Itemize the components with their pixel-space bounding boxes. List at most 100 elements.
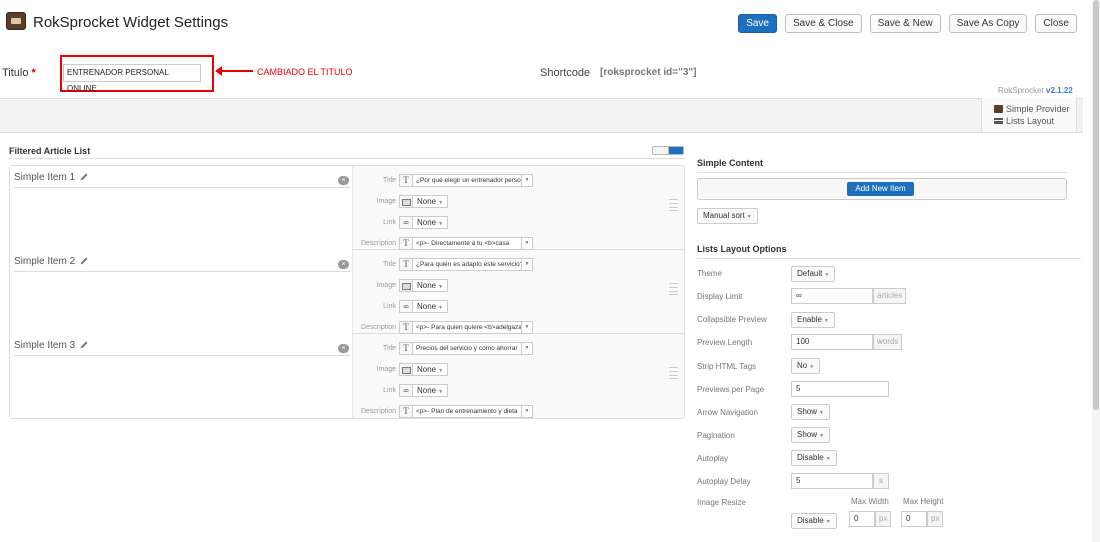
drag-handle-icon[interactable]	[669, 199, 678, 211]
image-type-icon[interactable]	[399, 195, 413, 208]
autoplay-select[interactable]: Disable ▼	[791, 450, 837, 466]
autoplay-delay-input[interactable]: 5	[791, 473, 873, 489]
chevron-down-icon: ▼	[809, 364, 815, 370]
theme-select[interactable]: Default ▼	[791, 266, 836, 282]
remove-item-icon[interactable]: ×	[338, 344, 349, 353]
chevron-down-icon: ▼	[438, 389, 444, 395]
max-width-input[interactable]: 0	[849, 511, 875, 527]
page-scrollbar-thumb[interactable]	[1093, 0, 1099, 410]
image-type-icon[interactable]	[399, 363, 413, 376]
divider	[14, 271, 350, 272]
image-type-icon[interactable]	[399, 279, 413, 292]
chevron-down-icon[interactable]: ▼	[522, 321, 533, 334]
image-select[interactable]: None ▼	[413, 279, 449, 292]
description-input[interactable]: <p>- Para quien quiere <b>adelgazar	[413, 321, 522, 334]
title-field-row: Title T ¿Por qué elegir un entrenador pers…	[357, 170, 533, 191]
title-input[interactable]: ¿Para quién es adapto este servicio?	[413, 258, 522, 271]
link-type-icon[interactable]: ∞	[399, 384, 413, 397]
title-input[interactable]: ENTRENADOR PERSONAL ONLINE	[63, 64, 201, 93]
link-select[interactable]: None ▼	[413, 300, 449, 313]
arrow-navigation-select[interactable]: Show ▼	[791, 404, 830, 420]
provider-tabs[interactable]: Simple Provider Lists Layout	[981, 98, 1077, 133]
pagination-select[interactable]: Show ▼	[791, 427, 830, 443]
chevron-down-icon: ▼	[823, 318, 829, 324]
preview-length-input[interactable]: 100	[791, 334, 873, 350]
chevron-down-icon[interactable]: ▼	[522, 174, 533, 187]
arrow-navigation-label: Arrow Navigation	[697, 408, 758, 417]
text-type-icon[interactable]: T	[399, 405, 413, 418]
tab-simple-provider[interactable]: Simple Provider	[1006, 103, 1070, 115]
preview-length-unit: words	[873, 334, 903, 350]
item-name[interactable]: Simple Item 3	[14, 340, 88, 351]
collapsible-preview-select[interactable]: Enable ▼	[791, 312, 835, 328]
field-label: Description	[360, 240, 396, 247]
divider	[14, 187, 350, 188]
link-field-row: Link ∞ None ▼	[357, 380, 533, 401]
image-resize-select[interactable]: Disable ▼	[791, 513, 837, 529]
save-and-new-button[interactable]: Save & New	[869, 14, 941, 33]
item-name[interactable]: Simple Item 2	[14, 256, 88, 267]
save-and-close-button[interactable]: Save & Close	[784, 14, 862, 33]
chevron-down-icon[interactable]: ▼	[522, 342, 533, 355]
item-fields: Title T Precios del servicio y como ahorra…	[357, 338, 533, 422]
view-expanded-icon[interactable]	[668, 147, 683, 154]
image-value: None	[417, 281, 437, 290]
close-button[interactable]: Close	[1035, 14, 1077, 33]
item-name[interactable]: Simple Item 1	[14, 172, 88, 183]
edit-pencil-icon[interactable]	[80, 341, 88, 349]
collapsible-preview-label: Collapsible Preview	[697, 315, 767, 324]
image-select[interactable]: None ▼	[413, 195, 449, 208]
edit-pencil-icon[interactable]	[80, 173, 88, 181]
chevron-down-icon[interactable]: ▼	[522, 258, 533, 271]
view-toggle[interactable]	[652, 146, 684, 155]
tab-lists-layout[interactable]: Lists Layout	[1006, 115, 1054, 127]
field-label: Link	[383, 387, 396, 394]
annotation-text: CAMBIADO EL TITULO	[257, 67, 353, 77]
title-input[interactable]: ¿Por qué elegir un entrenador personal o…	[413, 174, 522, 187]
link-type-icon[interactable]: ∞	[399, 216, 413, 229]
image-field-row: Image None ▼	[357, 275, 533, 296]
title-input[interactable]: Precios del servicio y como ahorrar	[413, 342, 522, 355]
filtered-article-list-title: Filtered Article List	[9, 146, 91, 156]
description-input[interactable]: <p>- Plan de entrenamiento y dieta	[413, 405, 522, 418]
simple-content-title: Simple Content	[697, 158, 764, 168]
chevron-down-icon[interactable]: ▼	[522, 237, 533, 250]
sort-select[interactable]: Manual sort ▼	[697, 208, 758, 224]
text-type-icon[interactable]: T	[399, 342, 413, 355]
save-button[interactable]: Save	[738, 14, 777, 33]
text-type-icon[interactable]: T	[399, 174, 413, 187]
chevron-down-icon[interactable]: ▼	[522, 405, 533, 418]
item-name-panel: Simple Item 3 ×	[10, 334, 353, 418]
strip-html-select[interactable]: No ▼	[791, 358, 821, 374]
link-type-icon[interactable]: ∞	[399, 300, 413, 313]
view-collapsed-icon[interactable]	[653, 147, 669, 154]
description-field-row: Description T <p>- Plan de entrenamiento y…	[357, 401, 533, 422]
image-select[interactable]: None ▼	[413, 363, 449, 376]
image-field-row: Image None ▼	[357, 359, 533, 380]
remove-item-icon[interactable]: ×	[338, 260, 349, 269]
title-label-text: Titulo	[2, 67, 29, 79]
link-value: None	[417, 302, 437, 311]
edit-pencil-icon[interactable]	[80, 257, 88, 265]
text-type-icon[interactable]: T	[399, 237, 413, 250]
previews-per-page-input[interactable]: 5	[791, 381, 889, 397]
item-name-panel: Simple Item 2 ×	[10, 250, 353, 334]
link-select[interactable]: None ▼	[413, 216, 449, 229]
link-value: None	[417, 218, 437, 227]
article-items: Simple Item 1 × Title T ¿Por qué elegir un…	[9, 165, 685, 419]
drag-handle-icon[interactable]	[669, 367, 678, 379]
max-height-input[interactable]: 0	[901, 511, 927, 527]
display-limit-input[interactable]: ∞	[791, 288, 873, 304]
remove-item-icon[interactable]: ×	[338, 176, 349, 185]
link-select[interactable]: None ▼	[413, 384, 449, 397]
text-type-icon[interactable]: T	[399, 321, 413, 334]
drag-handle-icon[interactable]	[669, 283, 678, 295]
item-fields: Title T ¿Para quién es adapto este servici…	[357, 254, 533, 338]
description-input[interactable]: <p>- Directamente a tu <b>casa	[413, 237, 522, 250]
image-resize-value: Disable	[797, 516, 824, 525]
text-type-icon[interactable]: T	[399, 258, 413, 271]
add-new-item-button[interactable]: Add New Item	[847, 182, 914, 196]
chevron-down-icon: ▼	[819, 410, 824, 416]
save-as-copy-button[interactable]: Save As Copy	[948, 14, 1028, 33]
max-width-unit: px	[875, 511, 892, 527]
